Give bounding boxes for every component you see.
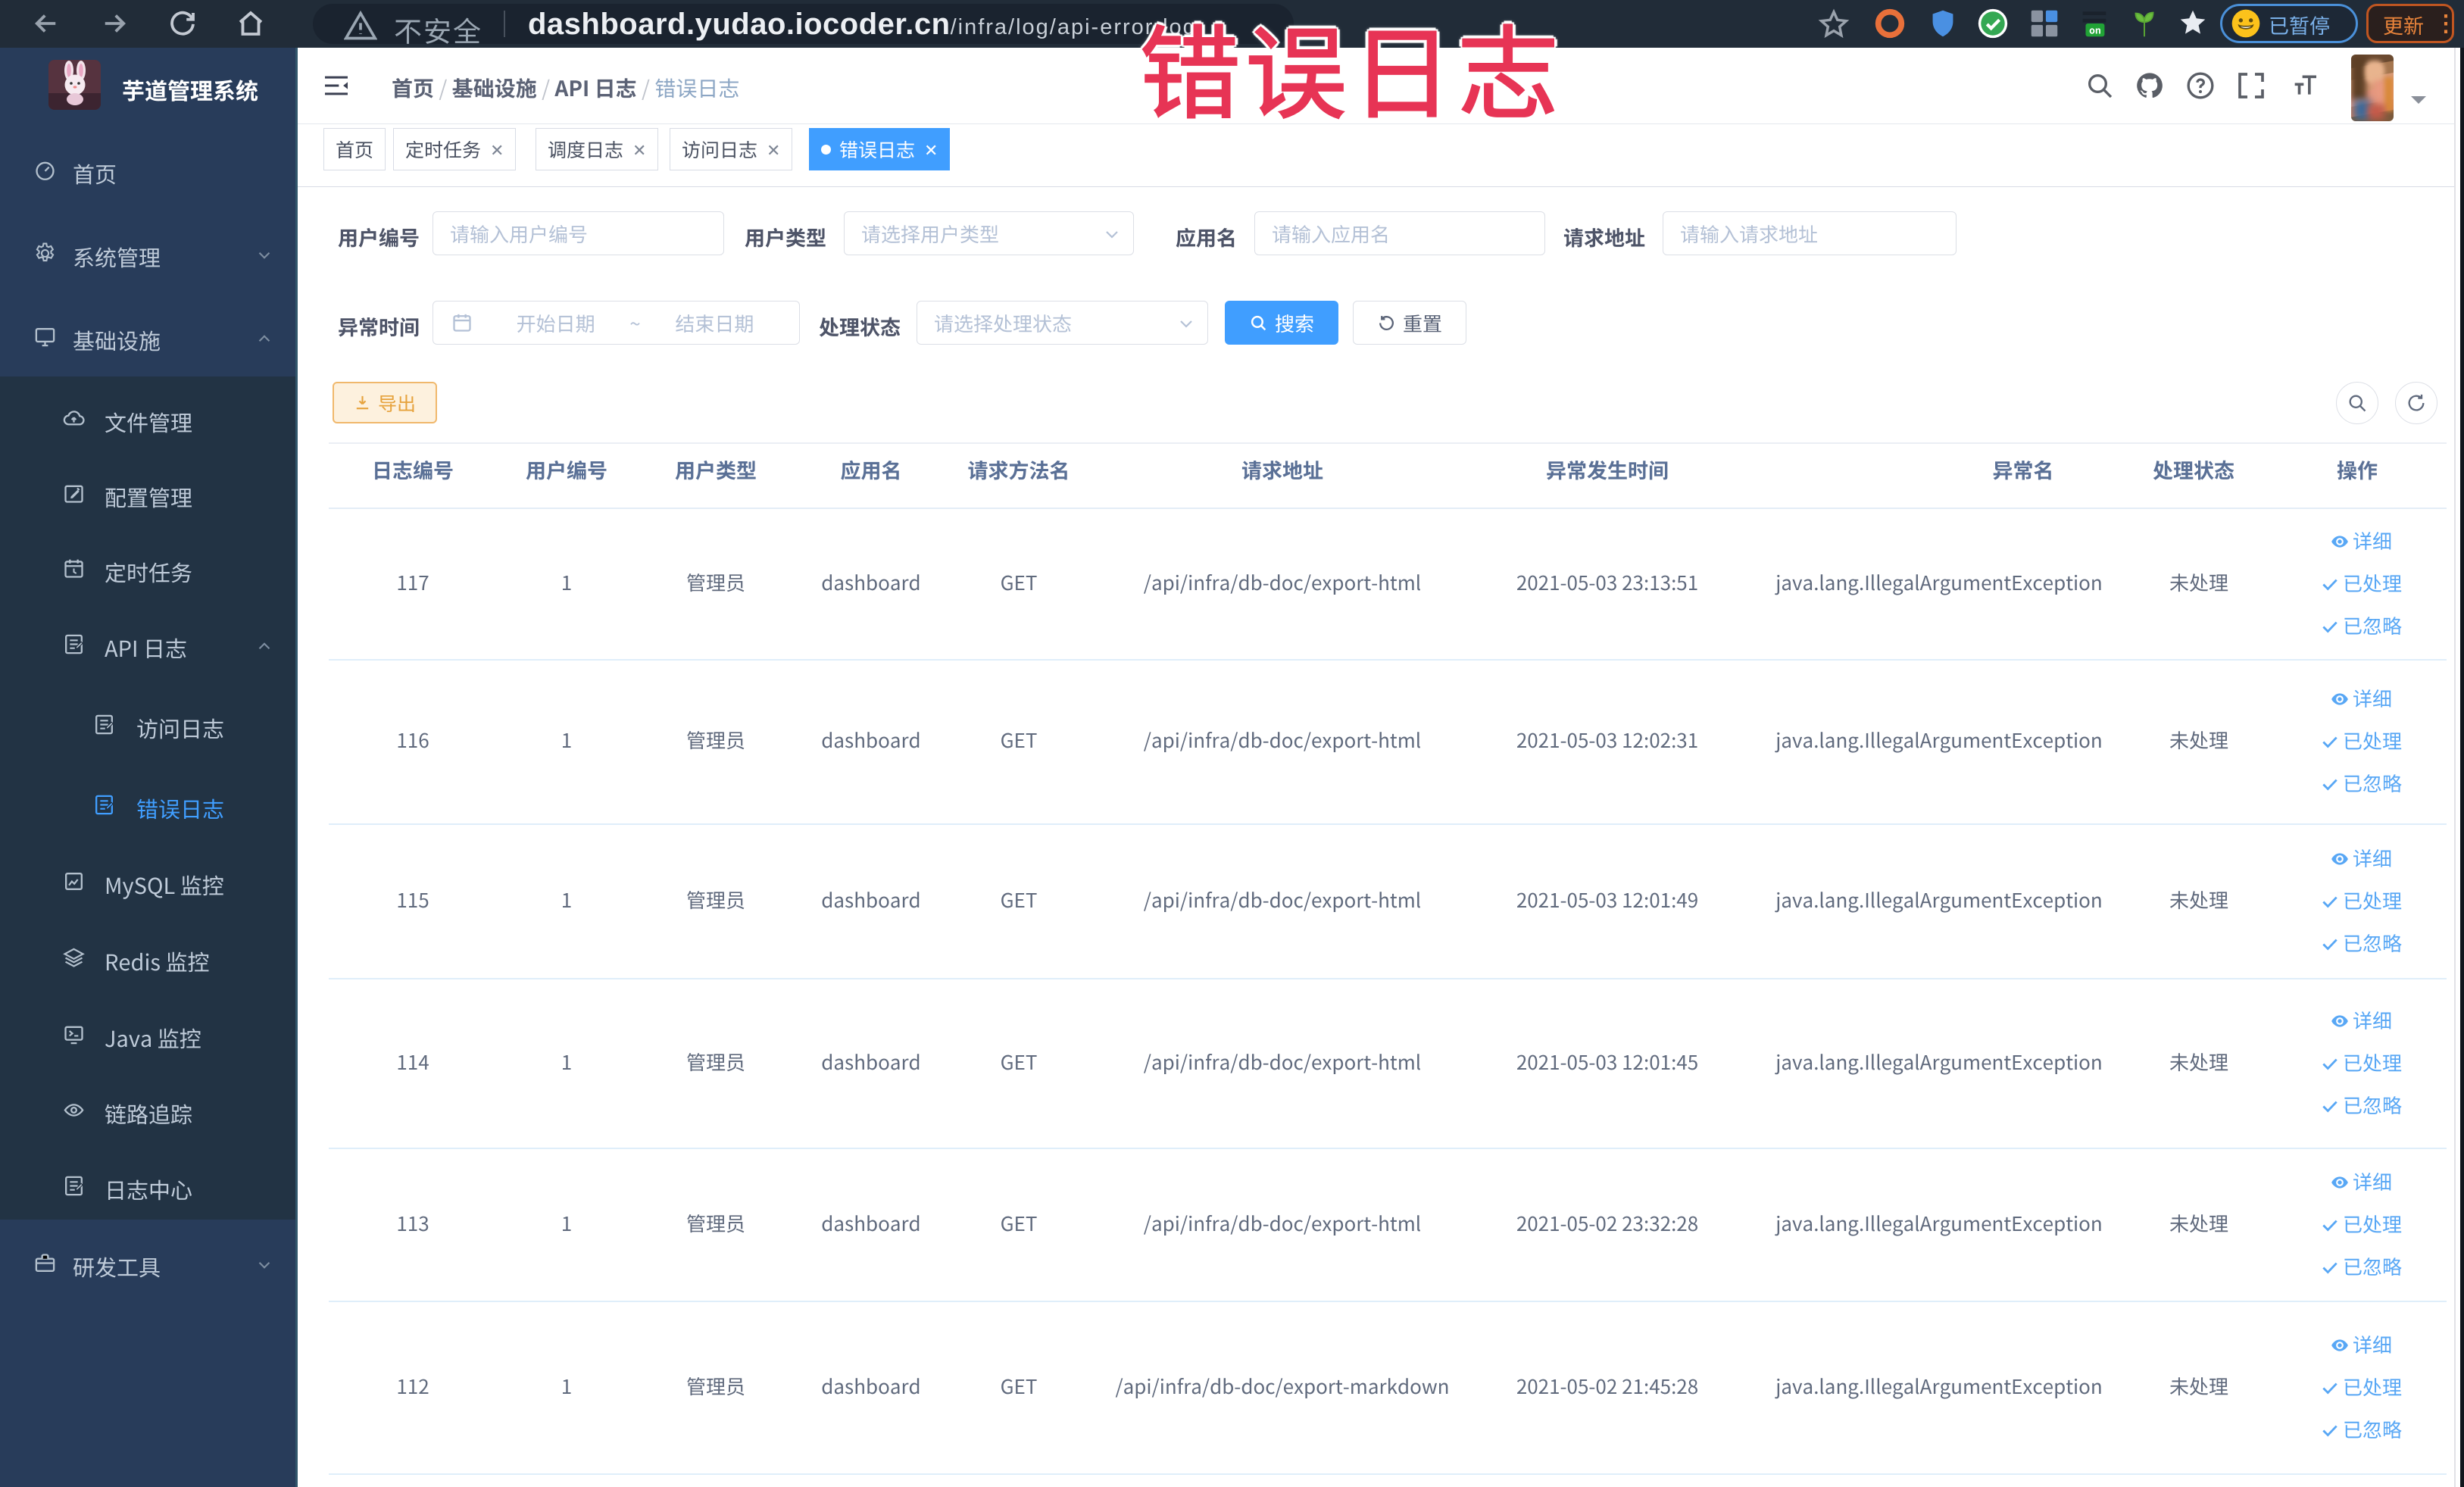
svg-text:on: on	[2089, 23, 2101, 36]
